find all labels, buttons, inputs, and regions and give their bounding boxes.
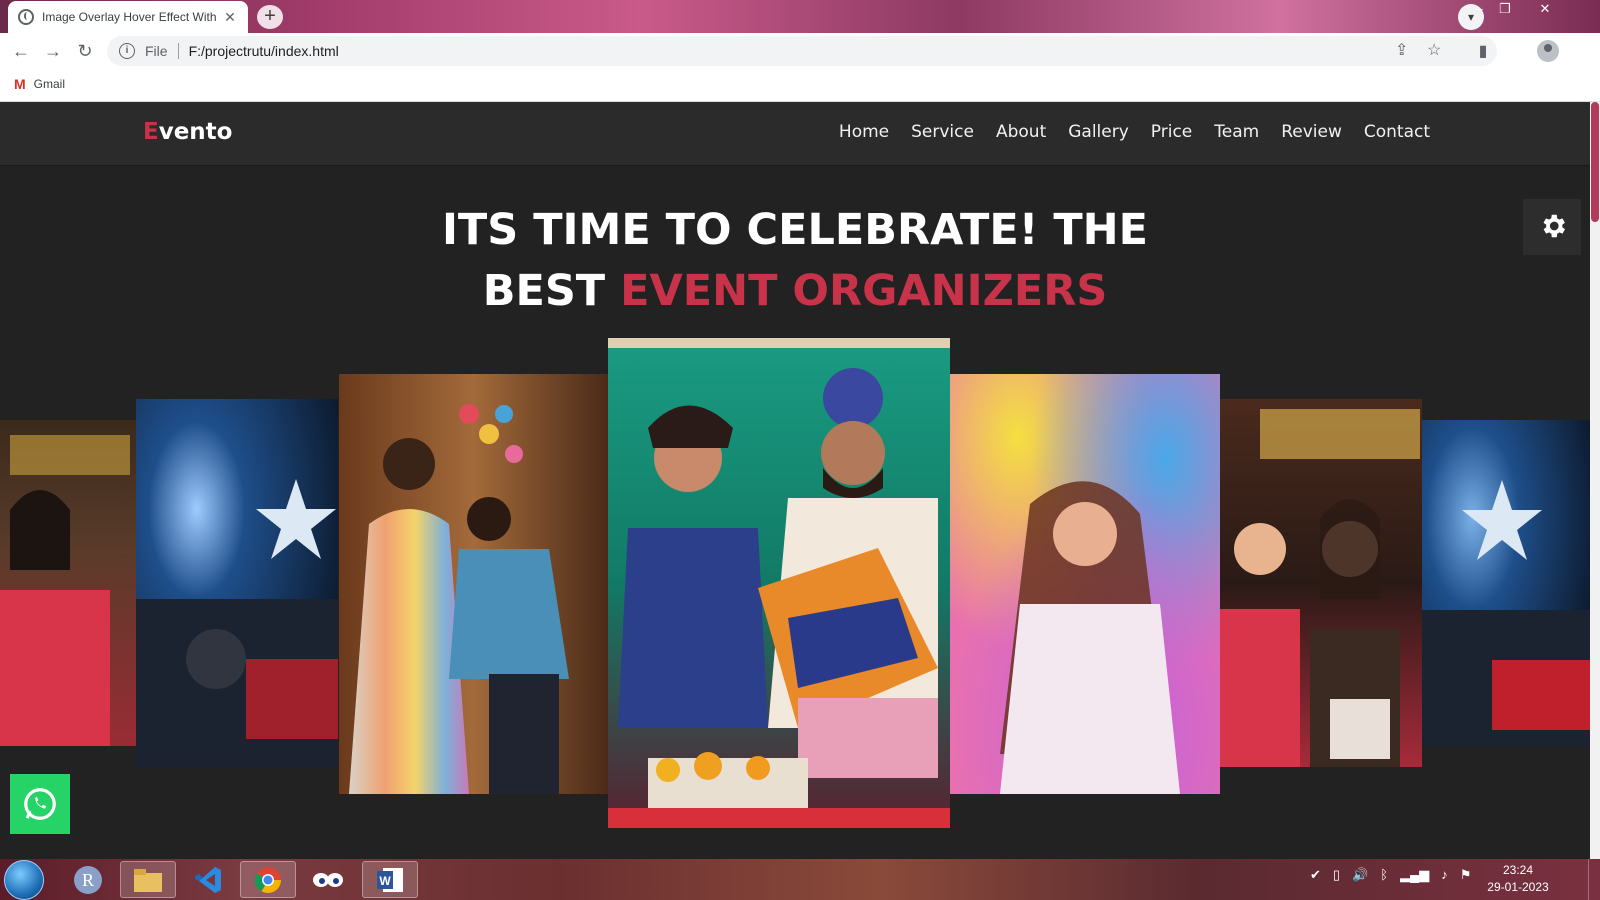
network-signal-icon[interactable]: ▂▄▆ — [1400, 867, 1429, 883]
url-divider — [177, 43, 179, 59]
site-logo[interactable]: Evento — [143, 119, 232, 145]
nav-service[interactable]: Service — [911, 122, 974, 142]
profile-avatar-icon[interactable] — [1537, 40, 1559, 62]
side-panel-icon[interactable]: ▮ — [1472, 41, 1494, 63]
tab-title: Image Overlay Hover Effect With — [42, 10, 216, 24]
scrollbar-thumb[interactable] — [1591, 102, 1599, 222]
hero-line-2-accent: EVENT ORGANIZERS — [620, 266, 1108, 316]
taskbar-file-explorer-icon[interactable] — [120, 861, 176, 898]
globe-icon — [18, 9, 34, 25]
taskbar-clock[interactable]: 23:24 29-01-2023 — [1478, 862, 1558, 896]
security-icon[interactable]: ✔ — [1310, 867, 1321, 883]
os-taskbar: R W ✔ ▯ 🔊 ᛒ ▂▄▆ ♪ ⚑ 23:24 29-01-2023 — [0, 859, 1600, 900]
bookmark-gmail[interactable]: M Gmail — [14, 76, 65, 92]
nav-links: Home Service About Gallery Price Team Re… — [839, 122, 1430, 142]
webpage: Evento Home Service About Gallery Price … — [0, 102, 1590, 859]
logo-rest: vento — [158, 119, 233, 145]
battery-icon[interactable]: ▯ — [1333, 867, 1340, 883]
url-text[interactable]: F:/projectrutu/index.html — [189, 43, 339, 59]
start-button-icon[interactable] — [4, 860, 44, 900]
whatsapp-icon — [24, 788, 56, 820]
browser-tab-strip: Image Overlay Hover Effect With ✕ + ▾ – … — [0, 0, 1600, 33]
gallery-image-wedding[interactable] — [608, 338, 950, 828]
svg-text:R: R — [82, 870, 94, 890]
bookmark-gmail-label: Gmail — [33, 77, 66, 91]
volume-icon[interactable]: 🔊 — [1352, 867, 1368, 883]
site-info-icon[interactable]: i — [119, 43, 135, 59]
taskbar-word-icon[interactable]: W — [362, 861, 418, 898]
address-bar[interactable]: i File F:/projectrutu/index.html ⇪ ☆ — [107, 36, 1497, 66]
browser-tab[interactable]: Image Overlay Hover Effect With ✕ — [8, 1, 248, 33]
browser-toolbar: ← → ↻ i File F:/projectrutu/index.html ⇪… — [0, 33, 1600, 69]
svg-text:W: W — [379, 874, 391, 888]
taskbar-chrome-icon[interactable] — [240, 861, 296, 898]
bookmark-star-icon[interactable]: ☆ — [1427, 36, 1441, 66]
nav-team[interactable]: Team — [1214, 122, 1259, 142]
close-window-icon[interactable]: ✕ — [1532, 0, 1558, 20]
logo-first-letter: E — [143, 119, 159, 145]
taskbar-vscode-icon[interactable] — [180, 861, 236, 898]
forward-icon[interactable]: → — [42, 40, 64, 62]
action-center-flag-icon[interactable]: ⚑ — [1460, 867, 1472, 883]
show-desktop-button[interactable] — [1588, 859, 1600, 900]
nav-about[interactable]: About — [996, 122, 1046, 142]
nav-contact[interactable]: Contact — [1364, 122, 1430, 142]
back-icon[interactable]: ← — [10, 40, 32, 62]
hero-line-2-plain: BEST — [482, 266, 621, 316]
taskbar-r-app-icon[interactable]: R — [60, 861, 116, 898]
url-scheme: File — [145, 43, 168, 59]
share-icon[interactable]: ⇪ — [1395, 36, 1408, 66]
hero-line-1: ITS TIME TO CELEBRATE! THE — [441, 205, 1149, 255]
gallery-image-maternity[interactable] — [339, 374, 608, 794]
bookmarks-bar: M Gmail — [0, 69, 1600, 102]
tab-close-icon[interactable]: ✕ — [222, 9, 238, 26]
page-scrollbar[interactable] — [1590, 102, 1600, 859]
clock-date: 29-01-2023 — [1487, 880, 1549, 894]
new-tab-button[interactable]: + — [257, 5, 283, 29]
hero-title: ITS TIME TO CELEBRATE! THE BEST EVENT OR… — [0, 200, 1590, 322]
nav-price[interactable]: Price — [1151, 122, 1192, 142]
gmail-icon: M — [14, 76, 26, 92]
settings-button[interactable] — [1523, 199, 1581, 255]
taskbar-eyes-app-icon[interactable] — [300, 861, 356, 898]
bluetooth-icon[interactable]: ᛒ — [1380, 867, 1388, 883]
minimize-icon[interactable]: – — [1466, 0, 1492, 20]
nav-review[interactable]: Review — [1281, 122, 1342, 142]
whatsapp-button[interactable] — [10, 774, 70, 834]
gallery-image-concert-left[interactable] — [136, 399, 338, 767]
gallery-image-birthday-right[interactable] — [1220, 399, 1422, 767]
site-navbar: Evento Home Service About Gallery Price … — [0, 102, 1590, 166]
nav-home[interactable]: Home — [839, 122, 889, 142]
gallery-image-birthday-left[interactable] — [0, 420, 136, 746]
reload-icon[interactable]: ↻ — [74, 40, 96, 62]
system-tray: ✔ ▯ 🔊 ᛒ ▂▄▆ ♪ ⚑ — [1310, 867, 1471, 883]
gallery-image-concert-right[interactable] — [1422, 420, 1590, 746]
gear-icon — [1543, 214, 1565, 238]
restore-icon[interactable]: ❐ — [1492, 0, 1518, 20]
nav-gallery[interactable]: Gallery — [1068, 122, 1129, 142]
clock-time: 23:24 — [1502, 863, 1534, 877]
gallery-image-holi[interactable] — [950, 374, 1220, 794]
media-icon[interactable]: ♪ — [1441, 867, 1448, 883]
